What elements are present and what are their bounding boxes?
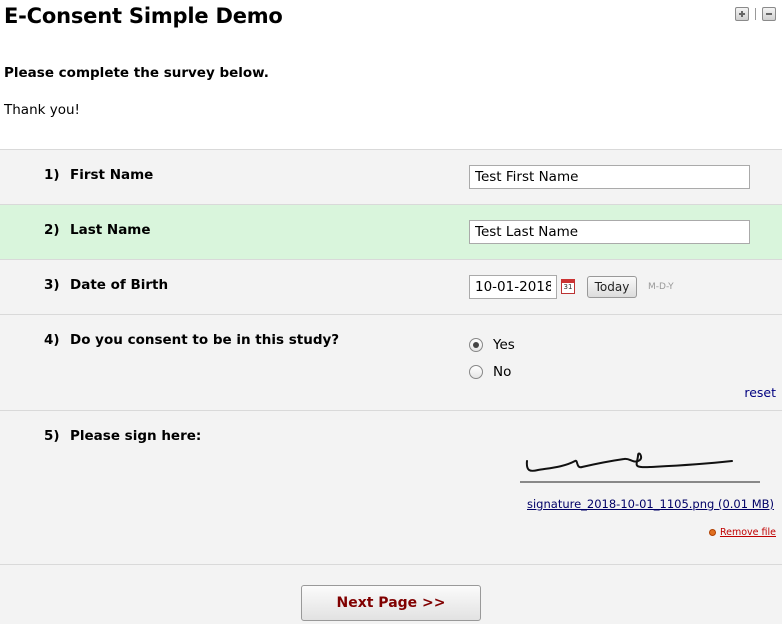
radio-selected-icon[interactable]	[469, 338, 483, 352]
remove-dot-icon	[708, 529, 716, 536]
calendar-icon[interactable]: 31	[561, 279, 575, 294]
remove-file-label: Remove file	[719, 527, 776, 538]
plus-square-icon[interactable]	[735, 7, 749, 21]
survey-instructions: Please complete the survey below.	[4, 65, 269, 81]
radio-label: Yes	[493, 337, 515, 353]
window-controls	[735, 7, 776, 21]
next-page-button[interactable]: Next Page >>	[301, 585, 481, 621]
question-label: Please sign here:	[70, 428, 202, 444]
first-name-input[interactable]	[469, 165, 750, 189]
radio-label: No	[493, 364, 512, 380]
last-name-input[interactable]	[469, 220, 750, 244]
reset-link[interactable]: reset	[744, 385, 776, 400]
question-row-signature: 5) Please sign here: signature_2018-10-0…	[0, 410, 782, 564]
question-label: Date of Birth	[70, 277, 169, 293]
question-label: Last Name	[70, 222, 151, 238]
question-row-last-name: 2) Last Name	[0, 204, 782, 259]
question-row-first-name: 1) First Name	[0, 149, 782, 204]
question-number: 5)	[44, 428, 60, 444]
question-row-date-of-birth: 3) Date of Birth 31 Today M-D-Y	[0, 259, 782, 314]
minus-square-icon[interactable]	[762, 7, 776, 21]
question-number: 4)	[44, 332, 60, 348]
consent-option-yes[interactable]: Yes	[469, 337, 515, 353]
question-number: 2)	[44, 222, 60, 238]
question-label: First Name	[70, 167, 154, 183]
question-number: 3)	[44, 277, 60, 293]
signature-file-link[interactable]: signature_2018-10-01_1105.png (0.01 MB)	[527, 497, 774, 511]
remove-file-link[interactable]: Remove file	[708, 527, 776, 538]
survey-thanks: Thank you!	[4, 102, 80, 118]
consent-option-no[interactable]: No	[469, 364, 511, 380]
divider	[755, 8, 756, 20]
question-number: 1)	[44, 167, 60, 183]
radio-unselected-icon[interactable]	[469, 365, 483, 379]
question-label: Do you consent to be in this study?	[70, 332, 340, 348]
signature-baseline	[520, 481, 760, 483]
page-title: E-Consent Simple Demo	[4, 4, 283, 28]
question-row-consent: 4) Do you consent to be in this study? Y…	[0, 314, 782, 410]
signature-image	[525, 452, 733, 472]
date-format-hint: M-D-Y	[648, 282, 674, 292]
date-of-birth-input[interactable]	[469, 275, 557, 299]
today-button[interactable]: Today	[587, 276, 637, 298]
